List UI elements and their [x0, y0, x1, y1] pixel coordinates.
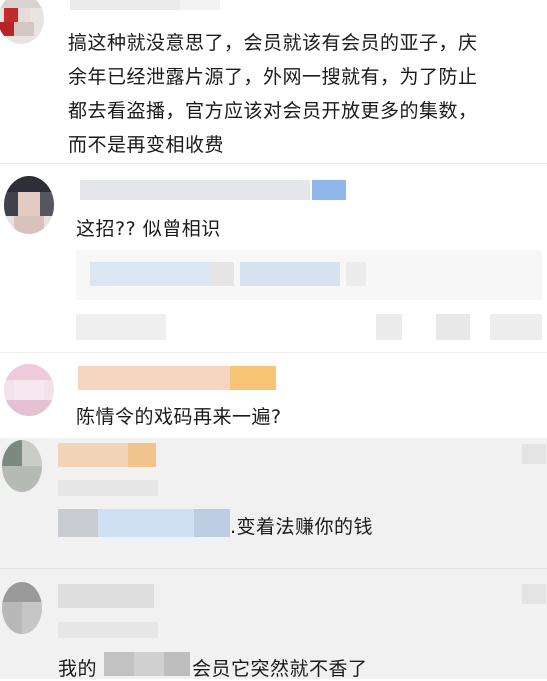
divider: [0, 352, 547, 353]
username-pixelated: [58, 443, 128, 467]
comment-line: 搞这种就没意思了，会员就该有会员的亚子，庆: [68, 32, 478, 54]
comment-text: 这招?? 似曾相识: [76, 218, 221, 240]
comment-line: 都去看盗播，官方应该对会员开放更多的集数，: [68, 100, 478, 122]
reply-section-background: [0, 438, 547, 679]
redacted-pixelated: [104, 652, 190, 676]
avatar[interactable]: [2, 440, 42, 492]
divider: [0, 163, 547, 164]
user-badge-pixelated: [312, 180, 346, 200]
reply-box-pixelated[interactable]: [76, 250, 542, 300]
username-pixelated: [58, 584, 154, 608]
avatar[interactable]: [2, 582, 42, 634]
timestamp-pixelated: [58, 622, 158, 638]
username-pixelated-2: [180, 0, 220, 10]
comment-text: 陈情令的戏码再来一遍?: [76, 406, 282, 428]
user-badge-pixelated: [128, 443, 156, 467]
meta-row-pixelated: [76, 314, 542, 340]
comment-line: 余年已经泄露片源了，外网一搜就有，为了防止: [68, 66, 478, 88]
avatar[interactable]: [0, 0, 44, 44]
comment-text-prefix: 我的: [58, 658, 98, 680]
like-icon-pixelated[interactable]: [522, 584, 546, 604]
user-badge-pixelated: [230, 366, 276, 390]
avatar[interactable]: [4, 364, 54, 416]
like-icon-pixelated[interactable]: [522, 444, 546, 464]
username-pixelated: [80, 180, 310, 200]
comment-text-suffix: 会员它突然就不香了: [192, 658, 368, 680]
comment-text: .变着法赚你的钱: [230, 516, 374, 538]
timestamp-pixelated: [58, 480, 158, 496]
divider: [0, 568, 547, 569]
username-pixelated: [78, 366, 230, 390]
comment-line: 而不是再变相收费: [68, 134, 225, 156]
mention-pixelated[interactable]: [58, 509, 230, 537]
avatar[interactable]: [4, 176, 54, 234]
username-pixelated: [70, 0, 180, 10]
